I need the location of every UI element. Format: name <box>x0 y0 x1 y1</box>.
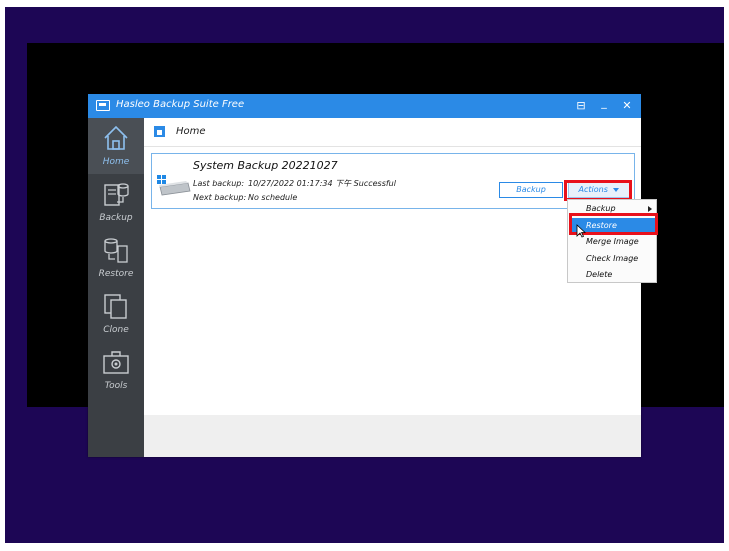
menu-item-delete[interactable]: Delete <box>569 267 656 283</box>
sidebar-item-tools[interactable]: Tools <box>88 342 144 398</box>
tools-icon <box>103 351 129 374</box>
app-window: Hasleo Backup Suite Free ⊟ _ ✕ Home Back… <box>88 94 641 457</box>
clone-icon <box>104 294 127 319</box>
breadcrumb-label: Home <box>176 126 206 137</box>
backup-task-title: System Backup 20221027 <box>193 159 338 172</box>
next-backup-value: No schedule <box>248 193 298 202</box>
sidebar-item-restore[interactable]: Restore <box>88 230 144 286</box>
sidebar-item-label: Tools <box>104 381 128 391</box>
breadcrumb: Home <box>144 118 641 147</box>
window-title: Hasleo Backup Suite Free <box>116 99 245 110</box>
last-backup-row: Last backup: 10/27/2022 01:17:34 下午 Succe… <box>193 178 396 189</box>
actions-dropdown-menu: Backup Restore Merge Image Check Image D… <box>567 199 657 283</box>
sidebar-item-label: Clone <box>103 325 129 335</box>
sidebar-item-label: Home <box>102 157 130 167</box>
next-backup-row: Next backup: No schedule <box>193 193 297 202</box>
sidebar-item-label: Restore <box>98 269 134 279</box>
backup-task-card[interactable]: System Backup 20221027 Last backup: 10/27… <box>151 153 635 209</box>
sidebar: Home Backup Restore Clone Tools <box>88 118 144 457</box>
menu-item-label: Backup <box>586 204 616 213</box>
home-icon <box>104 125 128 150</box>
sidebar-item-label: Backup <box>99 213 133 223</box>
sidebar-item-backup[interactable]: Backup <box>88 174 144 230</box>
title-bar: Hasleo Backup Suite Free ⊟ _ ✕ <box>88 94 641 118</box>
system-disk-icon <box>157 175 191 196</box>
restore-icon <box>104 238 128 263</box>
sidebar-item-clone[interactable]: Clone <box>88 286 144 342</box>
backup-button[interactable]: Backup <box>499 182 563 198</box>
main-content: Home System Backup 20221027 Last backup:… <box>144 118 641 457</box>
sidebar-item-home[interactable]: Home <box>88 118 144 174</box>
footer-bar <box>144 415 641 457</box>
next-backup-label: Next backup: <box>193 193 247 202</box>
last-backup-label: Last backup: <box>193 179 245 188</box>
minimize-button[interactable]: _ <box>596 95 612 111</box>
mouse-cursor-icon <box>576 224 586 238</box>
submenu-arrow-icon <box>648 206 652 212</box>
menu-item-check-image[interactable]: Check Image <box>569 251 656 267</box>
close-button[interactable]: ✕ <box>619 98 635 114</box>
restore-window-button[interactable]: ⊟ <box>573 98 589 114</box>
home-small-icon[interactable] <box>154 126 165 137</box>
app-logo-icon <box>96 100 110 111</box>
backup-icon <box>104 183 129 206</box>
actions-highlight-box <box>564 180 632 201</box>
last-backup-value: 10/27/2022 01:17:34 下午 Successful <box>248 179 396 188</box>
